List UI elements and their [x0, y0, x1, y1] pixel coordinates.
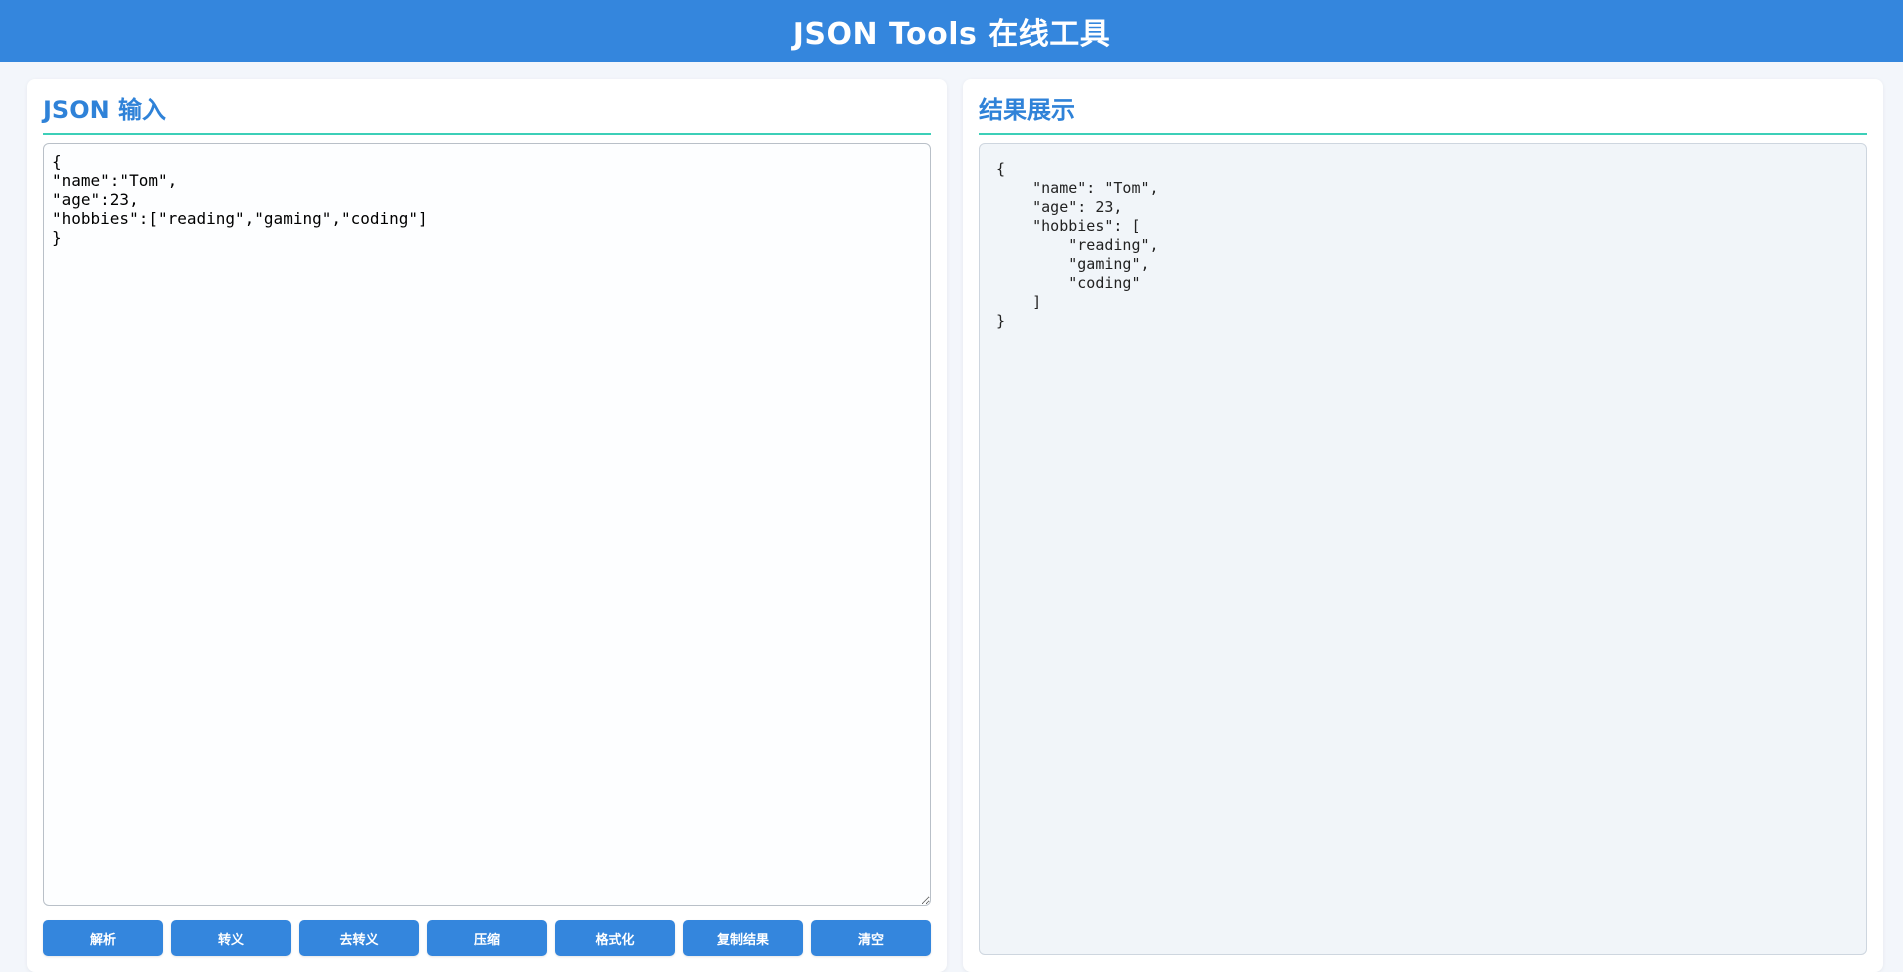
format-button[interactable]: 格式化: [555, 920, 675, 956]
escape-button[interactable]: 转义: [171, 920, 291, 956]
clear-button[interactable]: 清空: [811, 920, 931, 956]
json-input-textarea[interactable]: [43, 143, 931, 906]
copy-result-button[interactable]: 复制结果: [683, 920, 803, 956]
page-title: JSON Tools 在线工具: [792, 17, 1111, 52]
input-panel-title: JSON 输入: [43, 95, 931, 135]
result-output[interactable]: { "name": "Tom", "age": 23, "hobbies": […: [979, 143, 1867, 955]
action-button-row: 解析 转义 去转义 压缩 格式化 复制结果 清空: [43, 920, 931, 956]
result-panel: 结果展示 { "name": "Tom", "age": 23, "hobbie…: [963, 79, 1883, 972]
parse-button[interactable]: 解析: [43, 920, 163, 956]
input-panel: JSON 输入 解析 转义 去转义 压缩 格式化 复制结果 清空: [27, 79, 947, 972]
app-header: JSON Tools 在线工具: [0, 0, 1903, 62]
result-panel-title: 结果展示: [979, 95, 1867, 135]
unescape-button[interactable]: 去转义: [299, 920, 419, 956]
compress-button[interactable]: 压缩: [427, 920, 547, 956]
